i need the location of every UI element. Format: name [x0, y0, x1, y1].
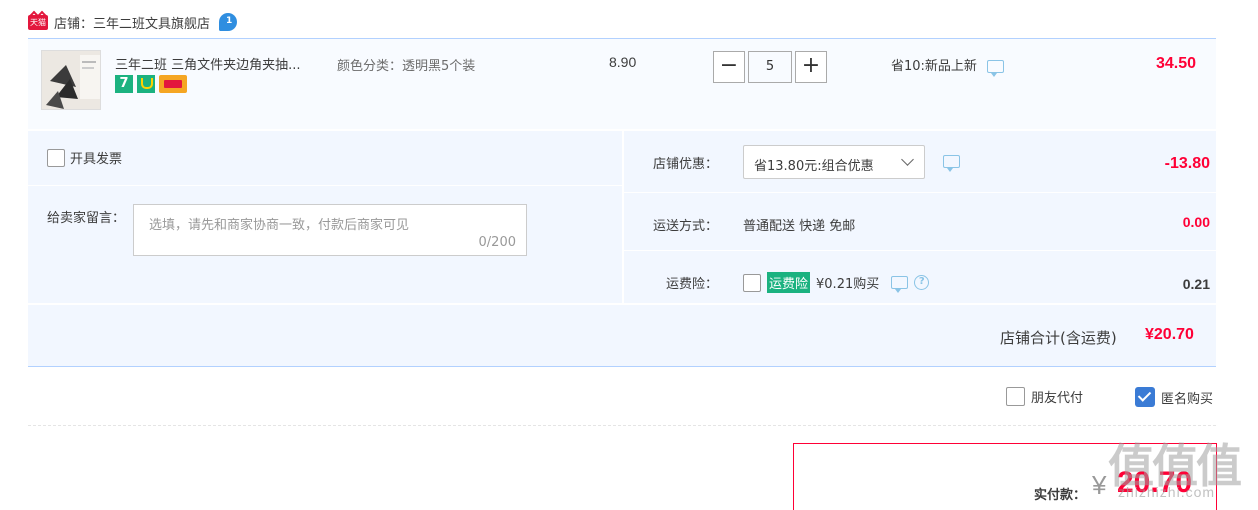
shipping-value: 0.00 — [1182, 214, 1210, 230]
section-divider — [28, 425, 1216, 426]
invoice-checkbox[interactable] — [47, 148, 65, 167]
product-image-icon — [42, 51, 100, 109]
product-title-link[interactable]: 三年二班 三角文件夹边角夹抽... — [115, 54, 301, 73]
credit-card-icon[interactable] — [159, 75, 187, 93]
shipping-label: 运送方式： — [652, 219, 718, 234]
chevron-down-icon — [901, 153, 914, 166]
friend-pay-option[interactable]: 朋友代付 — [1006, 387, 1083, 406]
unit-price: 8.90 — [609, 54, 637, 70]
comment-icon[interactable] — [891, 276, 909, 293]
invoice-option[interactable]: 开具发票 — [47, 148, 122, 167]
message-char-count: 0/200 — [478, 235, 516, 250]
panel-divider — [28, 185, 622, 186]
comment-icon[interactable] — [987, 60, 1005, 77]
wangwang-chat-icon[interactable]: 1 — [219, 13, 239, 31]
invoice-label: 开具发票 — [70, 152, 123, 167]
comment-icon[interactable] — [943, 155, 960, 172]
item-promotion: 省10:新品上新 — [891, 55, 1005, 77]
shop-total-label: 店铺合计(含运费) — [1000, 329, 1117, 347]
shop-total-value: ¥20.70 — [1145, 326, 1194, 343]
shop-header: 天猫 店铺：三年二班文具旗舰店 1 — [28, 8, 239, 36]
insurance-price: ¥0.21购买 — [816, 277, 880, 292]
increment-button[interactable]: + — [795, 51, 827, 83]
anonymous-buy-option[interactable]: 匿名购买 — [1135, 387, 1213, 407]
panel-divider — [624, 192, 1216, 193]
anonymous-label: 匿名购买 — [1161, 391, 1214, 407]
friend-pay-label: 朋友代付 — [1031, 391, 1084, 406]
product-thumbnail[interactable] — [41, 50, 101, 110]
shop-discount-select[interactable]: 省13.80元:组合优惠 — [743, 145, 925, 179]
quantity-input[interactable]: 5 — [748, 51, 792, 83]
insurance-option[interactable]: 运费险 ¥0.21购买 ? — [743, 272, 930, 293]
seven-day-return-icon[interactable]: 7 — [115, 75, 133, 93]
payment-currency: ¥ — [1092, 470, 1107, 500]
discount-value: -13.80 — [1164, 155, 1210, 172]
insurance-label: 运费险： — [665, 277, 718, 292]
promo-text: 省10:新品上新 — [891, 59, 977, 74]
guarantee-icon[interactable] — [137, 75, 155, 93]
order-item-row — [28, 39, 1216, 129]
seller-message-label: 给卖家留言： — [47, 211, 126, 226]
service-badges: 7 — [115, 75, 187, 93]
message-placeholder: 选填，请先和商家协商一致，付款后商家可见 — [149, 218, 410, 233]
friend-pay-checkbox[interactable] — [1006, 387, 1025, 406]
tmall-logo-icon: 天猫 — [28, 14, 48, 30]
insurance-tag: 运费险 — [767, 272, 811, 293]
shop-name-link[interactable]: 店铺：三年二班文具旗舰店 — [54, 13, 210, 32]
quantity-stepper: − 5 + — [713, 51, 827, 83]
seller-message-input[interactable]: 选填，请先和商家协商一致，付款后商家可见 0/200 — [133, 204, 527, 256]
panel-divider — [624, 250, 1216, 251]
discount-selected-value: 省13.80元:组合优惠 — [754, 159, 874, 174]
shop-discount-label: 店铺优惠： — [652, 157, 718, 172]
payment-label: 实付款： — [1034, 488, 1087, 503]
item-subtotal: 34.50 — [1156, 55, 1197, 72]
insurance-checkbox[interactable] — [743, 273, 761, 292]
product-sku: 颜色分类：透明黑5个装 — [337, 59, 476, 74]
decrement-button[interactable]: − — [713, 51, 745, 83]
watermark-url: zhizhizhi.com — [1118, 484, 1216, 500]
help-icon[interactable]: ? — [914, 275, 930, 290]
insurance-value: 0.21 — [1182, 276, 1210, 292]
shipping-method: 普通配送 快递 免邮 — [743, 219, 856, 234]
anonymous-checkbox[interactable] — [1135, 387, 1155, 407]
chat-count-badge: 1 — [226, 16, 233, 26]
